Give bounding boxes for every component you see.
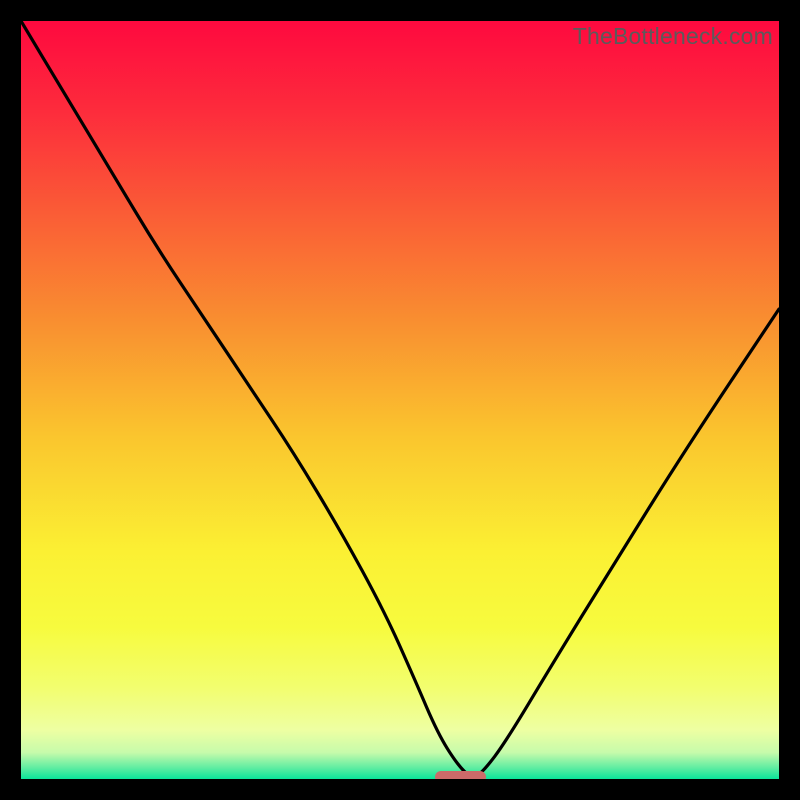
outer-frame: TheBottleneck.com xyxy=(0,0,800,800)
optimal-marker xyxy=(435,771,486,779)
plot-area: TheBottleneck.com xyxy=(21,21,779,779)
bottleneck-curve xyxy=(21,21,779,779)
